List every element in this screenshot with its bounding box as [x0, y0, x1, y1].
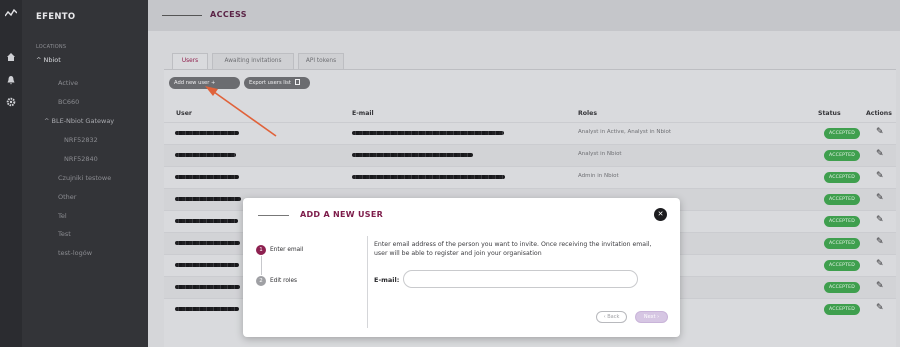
- tab-awaiting-invitations[interactable]: Awaiting invitations: [212, 53, 294, 69]
- modal-title: ADD A NEW USER: [300, 210, 384, 219]
- page-title: ACCESS: [210, 10, 247, 19]
- home-icon[interactable]: [5, 52, 17, 64]
- column-email: E-mail: [352, 110, 374, 117]
- status-badge: ACCEPTED: [824, 304, 860, 315]
- table-row: Analyst in Active, Analyst in Nbiot ACCE…: [164, 122, 896, 144]
- step-connector: [260, 256, 262, 275]
- redacted-user: [175, 307, 239, 311]
- locations-caption: LOCATIONS: [36, 44, 67, 50]
- redacted-user: [175, 219, 238, 223]
- status-badge: ACCEPTED: [824, 172, 860, 183]
- status-badge: ACCEPTED: [824, 216, 860, 227]
- icon-rail: [0, 0, 22, 347]
- role-text: Analyst in Active, Analyst in Nbiot: [578, 129, 672, 135]
- step-enter-email-label: Enter email: [270, 247, 304, 253]
- redacted-user: [175, 175, 239, 179]
- email-label: E-mail:: [374, 276, 400, 284]
- title-divider: [162, 15, 202, 16]
- tab-users[interactable]: Users: [172, 53, 208, 69]
- add-new-user-button[interactable]: Add new user +: [169, 77, 240, 89]
- table-header: User E-mail Roles Status Actions: [164, 104, 896, 122]
- redacted-user: [175, 131, 239, 135]
- bell-icon[interactable]: [5, 75, 17, 87]
- export-users-button[interactable]: Export users list: [244, 77, 310, 89]
- column-roles: Roles: [578, 110, 598, 117]
- edit-pencil-icon[interactable]: ✎: [876, 215, 884, 225]
- edit-pencil-icon[interactable]: ✎: [876, 149, 884, 159]
- sidebar-item-tel[interactable]: Tel: [58, 212, 67, 220]
- sidebar-item-active[interactable]: Active: [58, 79, 78, 87]
- email-field[interactable]: [403, 270, 638, 288]
- invite-description: Enter email address of the person you wa…: [374, 241, 652, 257]
- step-two-indicator: 2: [256, 276, 266, 286]
- status-badge: ACCEPTED: [824, 150, 860, 161]
- top-bar: ACCESS: [148, 0, 900, 31]
- edit-pencil-icon[interactable]: ✎: [876, 127, 884, 137]
- table-row: Admin in Nbiot ACCEPTED ✎: [164, 166, 896, 188]
- role-text: Admin in Nbiot: [578, 173, 619, 179]
- column-status: Status: [818, 110, 841, 117]
- redacted-user: [175, 285, 240, 289]
- status-badge: ACCEPTED: [824, 238, 860, 249]
- back-button[interactable]: ‹ Back: [596, 311, 627, 323]
- add-user-modal: ADD A NEW USER ✕ 1 2 Enter email Edit ro…: [243, 198, 680, 337]
- export-users-label: Export users list: [249, 80, 291, 86]
- step-edit-roles-label: Edit roles: [270, 278, 298, 284]
- redacted-user: [175, 263, 239, 267]
- redacted-user: [175, 153, 236, 157]
- column-actions: Actions: [866, 110, 892, 117]
- edit-pencil-icon[interactable]: ✎: [876, 259, 884, 269]
- redacted-user: [175, 241, 240, 245]
- brand-name: EFENTO: [36, 12, 76, 22]
- redacted-email: [352, 175, 505, 179]
- close-icon[interactable]: ✕: [654, 208, 667, 221]
- status-badge: ACCEPTED: [824, 128, 860, 139]
- edit-pencil-icon[interactable]: ✎: [876, 237, 884, 247]
- next-button[interactable]: Next ›: [635, 311, 668, 323]
- edit-pencil-icon[interactable]: ✎: [876, 171, 884, 181]
- column-user: User: [176, 110, 192, 117]
- sidebar-item-nrf52840[interactable]: NRF52840: [64, 155, 98, 163]
- edit-pencil-icon[interactable]: ✎: [876, 193, 884, 203]
- role-text: Analyst in Nbiot: [578, 151, 622, 157]
- status-badge: ACCEPTED: [824, 194, 860, 205]
- efento-logo-icon: [4, 8, 18, 21]
- sidebar: EFENTO LOCATIONS ^ Nbiot Active BC660 ^ …: [22, 0, 148, 347]
- table-row: Analyst in Nbiot ACCEPTED ✎: [164, 144, 896, 166]
- sidebar-item-ble-gateway[interactable]: ^ BLE-Nbiot Gateway: [44, 117, 114, 125]
- sidebar-item-test-logow[interactable]: test-logów: [58, 249, 92, 257]
- modal-title-divider: [258, 215, 289, 216]
- sidebar-item-other[interactable]: Other: [58, 193, 76, 201]
- edit-pencil-icon[interactable]: ✎: [876, 281, 884, 291]
- redacted-user: [175, 197, 241, 201]
- sidebar-item-nrf52832[interactable]: NRF52832: [64, 136, 98, 144]
- status-badge: ACCEPTED: [824, 260, 860, 271]
- tab-api-tokens[interactable]: API tokens: [298, 53, 344, 69]
- modal-divider: [367, 236, 368, 328]
- edit-pencil-icon[interactable]: ✎: [876, 303, 884, 313]
- export-file-icon: [294, 79, 300, 85]
- step-one-indicator: 1: [256, 245, 266, 255]
- status-badge: ACCEPTED: [824, 282, 860, 293]
- sidebar-item-nbiot[interactable]: ^ Nbiot: [36, 56, 61, 64]
- redacted-email: [352, 153, 473, 157]
- sidebar-item-test[interactable]: Test: [58, 230, 71, 238]
- gear-icon[interactable]: [5, 97, 17, 109]
- redacted-email: [352, 131, 504, 135]
- add-new-user-label: Add new user +: [174, 80, 216, 86]
- sidebar-item-bc660[interactable]: BC660: [58, 98, 79, 106]
- sidebar-item-czujniki[interactable]: Czujniki testowe: [58, 174, 111, 182]
